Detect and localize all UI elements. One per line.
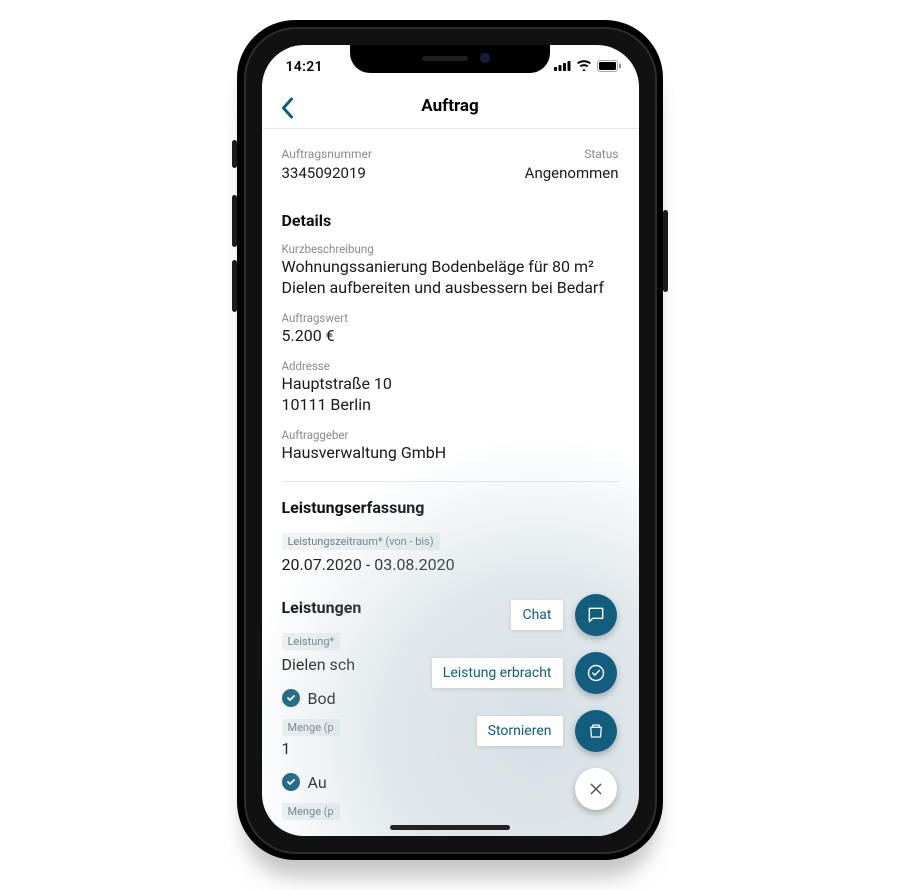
check-icon	[282, 773, 300, 791]
chat-icon	[586, 605, 606, 625]
screen: 14:21 Auftrag	[262, 45, 639, 836]
capture-heading: Leistungserfassung	[282, 498, 619, 517]
qty-label-2: Menge (p	[282, 803, 340, 820]
address-line1: Hauptstraße 10	[282, 373, 619, 395]
desc-label: Kurzbeschreibung	[282, 242, 619, 256]
done-chip[interactable]: Leistung erbracht	[432, 658, 563, 688]
navbar: Auftrag	[262, 89, 639, 129]
chat-chip[interactable]: Chat	[511, 600, 562, 630]
client-value: Hausverwaltung GmbH	[282, 442, 619, 464]
status-time: 14:21	[286, 59, 323, 75]
status-icons	[554, 60, 621, 72]
order-meta: Auftragsnummer 3345092019 Status Angenom…	[282, 129, 619, 205]
chevron-left-icon	[279, 97, 295, 119]
desc-line1: Wohnungssanierung Bodenbeläge für 80 m²	[282, 256, 619, 278]
period-value[interactable]: 20.07.2020 - 03.08.2020	[282, 554, 619, 576]
address-line2: 10111 Berlin	[282, 394, 619, 416]
check-circle-icon	[586, 663, 606, 683]
phone-frame: 14:21 Auftrag	[237, 20, 663, 860]
close-fab[interactable]	[575, 768, 617, 810]
divider	[282, 481, 619, 482]
desc-line2: Dielen aufbereiten und ausbessern bei Be…	[282, 277, 619, 299]
home-indicator[interactable]	[390, 825, 510, 830]
period-label: Leistungszeitraum* (von - bis)	[282, 533, 440, 550]
status-value: Angenommen	[525, 163, 619, 183]
phone-power	[663, 210, 668, 292]
order-no-label: Auftragsnummer	[282, 147, 373, 161]
order-no-value: 3345092019	[282, 163, 373, 183]
value-label: Auftragswert	[282, 311, 619, 325]
value-value: 5.200 €	[282, 325, 619, 347]
done-fab[interactable]	[575, 652, 617, 694]
client-label: Auftraggeber	[282, 428, 619, 442]
fab-menu: Chat Leistung erbracht Stornieren	[432, 594, 617, 810]
qty-label: Menge (p	[282, 719, 340, 736]
check-icon	[282, 689, 300, 707]
phone-vol-up	[232, 195, 237, 247]
delete-fab[interactable]	[575, 710, 617, 752]
cancel-chip[interactable]: Stornieren	[477, 716, 563, 746]
close-icon	[588, 781, 604, 797]
battery-icon	[597, 60, 621, 72]
page-title: Auftrag	[262, 89, 639, 123]
service-item-1-label: Bod	[308, 688, 336, 710]
back-button[interactable]	[272, 93, 302, 123]
chat-fab[interactable]	[575, 594, 617, 636]
trash-icon	[587, 721, 605, 741]
details-heading: Details	[282, 211, 619, 230]
status-label: Status	[525, 147, 619, 161]
phone-vol-down	[232, 260, 237, 312]
phone-bezel: 14:21 Auftrag	[244, 27, 657, 854]
wifi-icon	[576, 60, 592, 71]
notch	[350, 45, 550, 73]
service-item-2-label: Au	[308, 772, 327, 794]
cellular-icon	[554, 60, 571, 71]
phone-mute-switch	[232, 140, 237, 168]
address-label: Addresse	[282, 359, 619, 373]
service-label: Leistung*	[282, 633, 341, 650]
